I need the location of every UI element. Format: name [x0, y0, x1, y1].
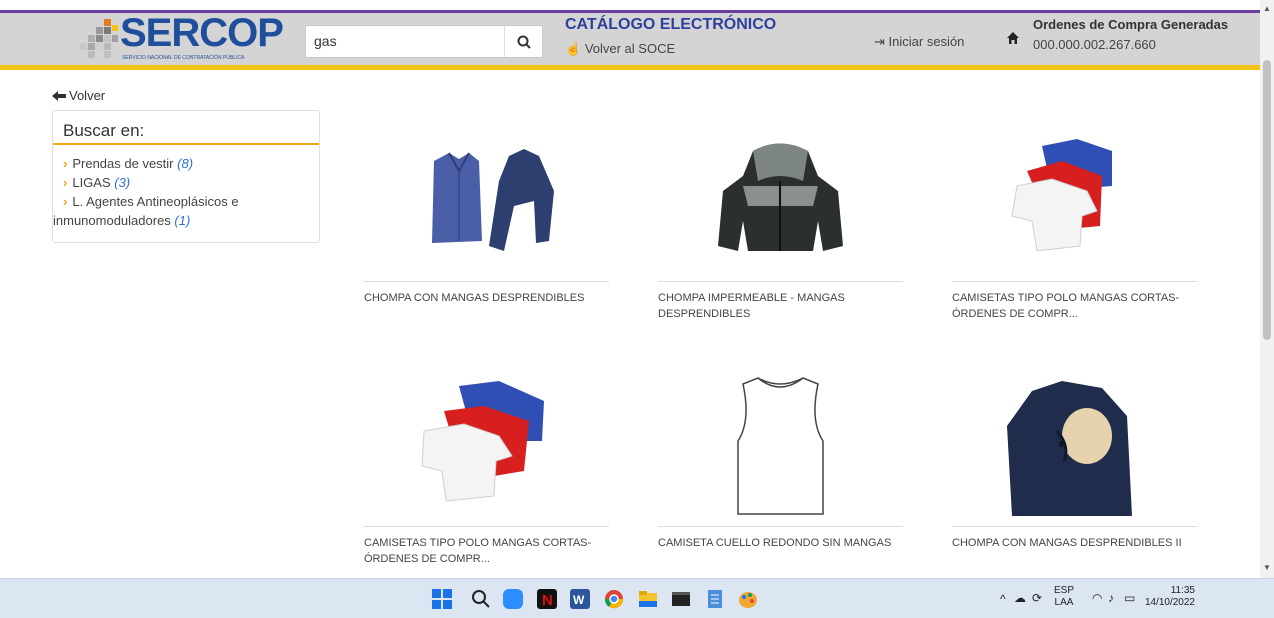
wifi-icon[interactable]: ◠ — [1092, 592, 1102, 604]
catalog-title: CATÁLOGO ELECTRÓNICO — [565, 16, 777, 33]
search-input[interactable] — [314, 33, 504, 49]
product-image-sleeveless-shirt[interactable] — [658, 376, 903, 526]
login-label: Iniciar sesión — [888, 34, 965, 49]
netflix-icon[interactable]: N — [537, 589, 557, 609]
product-name[interactable]: CHOMPA CON MANGAS DESPRENDIBLES II — [952, 527, 1197, 551]
browser-top-strip — [0, 0, 1274, 10]
product-card[interactable]: CHOMPA CON MANGAS DESPRENDIBLES — [364, 131, 609, 306]
product-image-polo-shirts[interactable] — [364, 376, 609, 526]
language-line1: ESP — [1054, 585, 1075, 596]
battery-icon[interactable]: ▭ — [1124, 592, 1135, 604]
facet-label: Prendas de vestir — [72, 156, 174, 171]
product-card[interactable]: CAMISETAS TIPO POLO MANGAS CORTAS-ÓRDENE… — [952, 131, 1197, 322]
panel-divider — [53, 143, 319, 145]
home-icon[interactable] — [1006, 31, 1020, 45]
facet-count: (1) — [174, 213, 191, 228]
notepad-icon[interactable] — [705, 589, 725, 609]
onedrive-icon[interactable]: ☁ — [1014, 592, 1026, 604]
sercop-logo[interactable]: SERCOP SERVICIO NACIONAL DE CONTRATACIÓN… — [80, 11, 290, 65]
search-button[interactable] — [504, 26, 542, 57]
product-card[interactable]: CHOMPA CON MANGAS DESPRENDIBLES II — [952, 376, 1197, 551]
facet-label: L. Agentes Antineoplásicos e inmunomodul… — [53, 194, 239, 228]
back-link-label: Volver — [69, 88, 106, 103]
clock-time: 11:35 — [1170, 585, 1195, 596]
facet-item-prendas[interactable]: › Prendas de vestir (8) — [53, 154, 319, 173]
product-name[interactable]: CHOMPA CON MANGAS DESPRENDIBLES — [364, 282, 609, 306]
facet-item-ligas[interactable]: › LIGAS (3) — [53, 173, 319, 192]
orders-value: 000.000.002.267.660 — [1033, 37, 1156, 52]
facet-label: LIGAS — [72, 175, 111, 190]
chevron-right-icon: › — [63, 194, 68, 209]
chevron-right-icon: › — [63, 156, 68, 171]
scroll-down-icon[interactable]: ▼ — [1263, 563, 1271, 572]
back-to-soce-label: Volver al SOCE — [584, 41, 676, 56]
clock[interactable]: 11:35 14/10/2022 — [1140, 585, 1195, 609]
tray-expand-icon[interactable]: ^ — [1000, 593, 1006, 605]
search-box — [305, 25, 543, 58]
search-in-panel: Buscar en: › Prendas de vestir (8) › LIGAS… — [52, 110, 320, 243]
page-scrollbar[interactable]: ▲ ▼ — [1260, 0, 1274, 578]
paint-icon[interactable] — [738, 589, 758, 609]
zoom-icon[interactable] — [503, 589, 523, 609]
facet-count: (8) — [177, 156, 194, 171]
arrow-left-icon — [52, 90, 66, 101]
facet-count: (3) — [114, 175, 131, 190]
product-card[interactable]: CAMISETAS TIPO POLO MANGAS CORTAS-ÓRDENE… — [364, 376, 609, 567]
orders-title: Ordenes de Compra Generadas — [1033, 17, 1229, 32]
facet-list: › Prendas de vestir (8) › LIGAS (3) › L. Ag… — [53, 154, 319, 230]
search-icon — [517, 35, 531, 49]
chrome-icon[interactable] — [604, 589, 624, 609]
language-line2: LAA — [1054, 597, 1074, 608]
product-card[interactable]: CHOMPA IMPERMEABLE - MANGAS DESPRENDIBLE… — [658, 131, 903, 322]
file-explorer-icon[interactable] — [638, 589, 658, 609]
svg-text:W: W — [573, 593, 585, 607]
chevron-right-icon: › — [63, 175, 68, 190]
windows-taskbar: N W ^ ☁ ⟳ ESP LAA ◠ ♪ ▭ 11:35 14/10/2022 — [0, 578, 1274, 618]
logo-subtitle: SERVICIO NACIONAL DE CONTRATACIÓN PÚBLIC… — [122, 55, 245, 61]
clock-date: 14/10/2022 — [1144, 597, 1195, 608]
product-image-jacket-photo[interactable] — [952, 376, 1197, 526]
back-link[interactable]: Volver — [52, 88, 105, 103]
logo-text: SERCOP — [120, 11, 284, 55]
product-name[interactable]: CAMISETAS TIPO POLO MANGAS CORTAS-ÓRDENE… — [952, 282, 1197, 322]
product-image-polo-shirts[interactable] — [952, 131, 1197, 281]
logo-mosaic-icon — [80, 19, 118, 58]
site-header: SERCOP SERVICIO NACIONAL DE CONTRATACIÓN… — [0, 11, 1260, 70]
login-link[interactable]: ⇥ Iniciar sesión — [874, 34, 964, 50]
start-icon[interactable] — [432, 589, 452, 609]
back-to-soce-link[interactable]: ☝ Volver al SOCE — [565, 41, 675, 57]
product-name[interactable]: CHOMPA IMPERMEABLE - MANGAS DESPRENDIBLE… — [658, 282, 903, 322]
terminal-icon[interactable] — [671, 589, 691, 609]
search-icon[interactable] — [471, 589, 491, 609]
product-card[interactable]: CAMISETA CUELLO REDONDO SIN MANGAS — [658, 376, 903, 551]
word-icon[interactable]: W — [570, 589, 590, 609]
product-name[interactable]: CAMISETA CUELLO REDONDO SIN MANGAS — [658, 527, 903, 551]
product-image-vest-jacket[interactable] — [364, 131, 609, 281]
sync-icon[interactable]: ⟳ — [1032, 592, 1042, 604]
hand-pointer-icon: ☝ — [565, 41, 582, 56]
scroll-up-icon[interactable]: ▲ — [1263, 4, 1271, 13]
scroll-thumb[interactable] — [1263, 60, 1271, 340]
facet-item-antineoplasicos[interactable]: › L. Agentes Antineoplásicos e inmunomodu… — [53, 192, 319, 230]
language-indicator[interactable]: ESP LAA — [1054, 585, 1074, 609]
volume-icon[interactable]: ♪ — [1108, 592, 1114, 604]
svg-text:N: N — [542, 592, 553, 609]
panel-title: Buscar en: — [63, 121, 145, 140]
product-name[interactable]: CAMISETAS TIPO POLO MANGAS CORTAS-ÓRDENE… — [364, 527, 609, 567]
product-image-raincoat[interactable] — [658, 131, 903, 281]
login-icon: ⇥ — [874, 34, 885, 49]
